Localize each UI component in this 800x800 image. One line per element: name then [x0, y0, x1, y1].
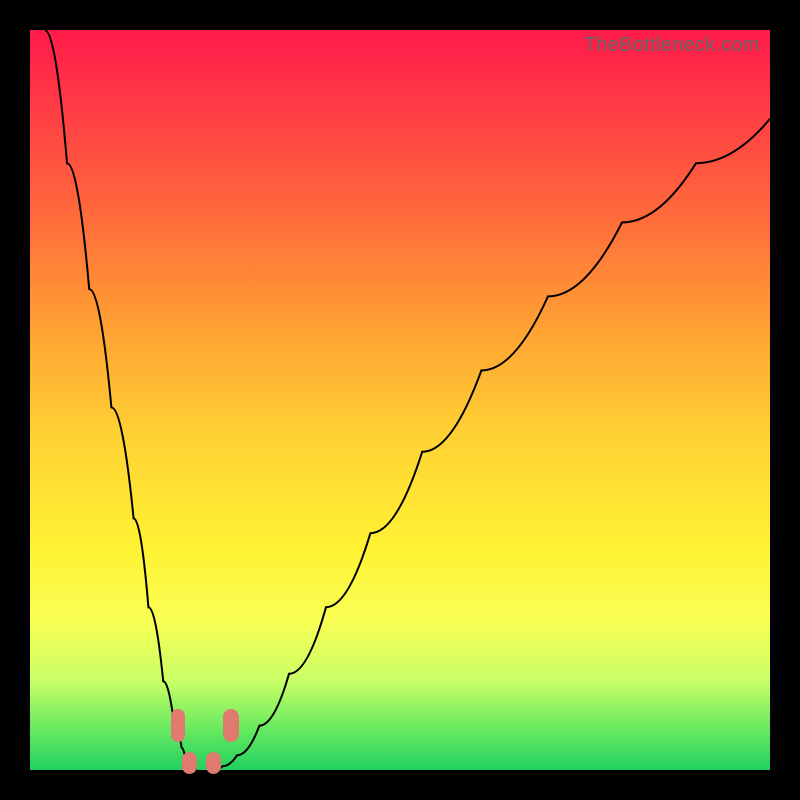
- bottleneck-curve: [30, 30, 770, 770]
- marker-right-lower: [206, 752, 221, 774]
- chart-plot-area: TheBottleneck.com: [30, 30, 770, 770]
- marker-left-lower: [182, 752, 197, 774]
- marker-left-upper: [171, 709, 186, 742]
- chart-frame: TheBottleneck.com: [0, 0, 800, 800]
- marker-right-upper: [223, 709, 239, 742]
- curve-right-branch: [215, 119, 770, 770]
- curve-left-branch: [45, 30, 197, 770]
- watermark-text: TheBottleneck.com: [584, 34, 760, 57]
